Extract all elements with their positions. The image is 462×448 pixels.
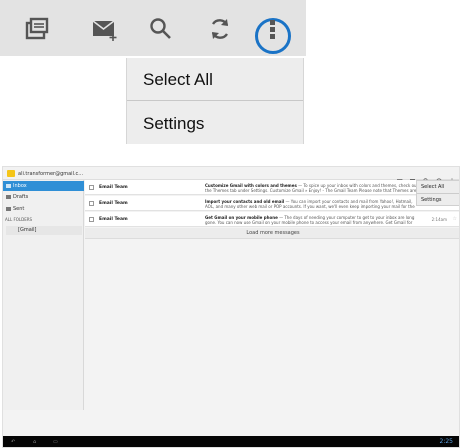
- refresh-icon[interactable]: [436, 169, 442, 184]
- list-item[interactable]: Email Team Import your contacts and old …: [85, 196, 459, 211]
- recent-apps-icon[interactable]: ▭: [53, 439, 58, 445]
- compose-icon[interactable]: [22, 14, 52, 44]
- search-icon[interactable]: [423, 169, 429, 184]
- sidebar-item-label: Sent: [13, 206, 25, 212]
- folder-sidebar: Inbox Drafts Sent ALL FOLDERS [Gmail]: [3, 180, 84, 410]
- list-item[interactable]: Email Team Customize Gmail with colors a…: [85, 180, 459, 195]
- sender: Email Team: [99, 201, 128, 206]
- sidebar-item-inbox[interactable]: Inbox: [3, 181, 84, 191]
- load-more-button[interactable]: Load more messages: [85, 228, 459, 239]
- email-app-screenshot: ali.transformer@gmail.c... Inbox Drafts: [2, 166, 460, 448]
- sidebar-item-label: Inbox: [13, 183, 27, 189]
- menu-divider: [417, 193, 459, 194]
- system-navigation-bar: ↶ ⌂ ▭ 2:25: [3, 436, 459, 447]
- search-icon[interactable]: [146, 14, 176, 44]
- account-name: ali.transformer@gmail.c...: [18, 170, 84, 177]
- overflow-menu-icon[interactable]: [449, 169, 455, 184]
- message-preview: Import your contacts and old email — You…: [205, 199, 420, 209]
- mail-plus-icon[interactable]: [410, 169, 416, 183]
- message-preview: Get Gmail on your mobile phone — The day…: [205, 215, 420, 225]
- overflow-menu-icon[interactable]: [258, 14, 288, 44]
- status-clock: 2:25: [439, 438, 453, 445]
- inbox-icon: [6, 184, 11, 188]
- menu-item-settings[interactable]: Settings: [143, 114, 204, 134]
- drafts-icon: [6, 195, 11, 199]
- sidebar-item-label: Drafts: [13, 194, 29, 200]
- help-figure: Select All Settings ali.transformer@gmai…: [0, 0, 462, 448]
- menu-item-select-all[interactable]: Select All: [421, 184, 444, 190]
- zoomed-overflow-menu: Select All Settings: [126, 58, 304, 144]
- timestamp: 2:14am: [431, 217, 447, 222]
- home-icon[interactable]: ⌂: [33, 439, 36, 445]
- select-checkbox[interactable]: [89, 201, 94, 206]
- back-icon[interactable]: ↶: [11, 439, 15, 445]
- sender: Email Team: [99, 217, 128, 222]
- select-checkbox[interactable]: [89, 217, 94, 222]
- menu-divider: [127, 100, 303, 101]
- sender: Email Team: [99, 185, 128, 190]
- menu-item-settings[interactable]: Settings: [421, 197, 442, 203]
- overflow-menu: Select All Settings: [416, 180, 459, 206]
- mail-plus-icon[interactable]: [90, 14, 120, 44]
- account-switcher[interactable]: ali.transformer@gmail.c...: [7, 169, 83, 178]
- sent-icon: [6, 207, 11, 211]
- action-bar: ali.transformer@gmail.c...: [3, 167, 459, 184]
- email-app-logo: [7, 170, 15, 177]
- star-icon[interactable]: ☆: [453, 216, 457, 222]
- refresh-icon[interactable]: [205, 14, 235, 44]
- sidebar-item-sent[interactable]: Sent: [3, 204, 84, 214]
- sidebar-item-gmail-folder[interactable]: [Gmail]: [6, 226, 82, 235]
- message-preview: Customize Gmail with colors and themes —…: [205, 183, 420, 193]
- zoomed-action-bar: [0, 0, 306, 56]
- sidebar-item-drafts[interactable]: Drafts: [3, 192, 84, 202]
- compose-icon[interactable]: [397, 169, 403, 184]
- all-folders-heading: ALL FOLDERS: [5, 217, 33, 222]
- menu-item-select-all[interactable]: Select All: [143, 70, 213, 90]
- list-item[interactable]: Email Team Get Gmail on your mobile phon…: [85, 212, 459, 227]
- select-checkbox[interactable]: [89, 185, 94, 190]
- action-icons: [397, 169, 455, 184]
